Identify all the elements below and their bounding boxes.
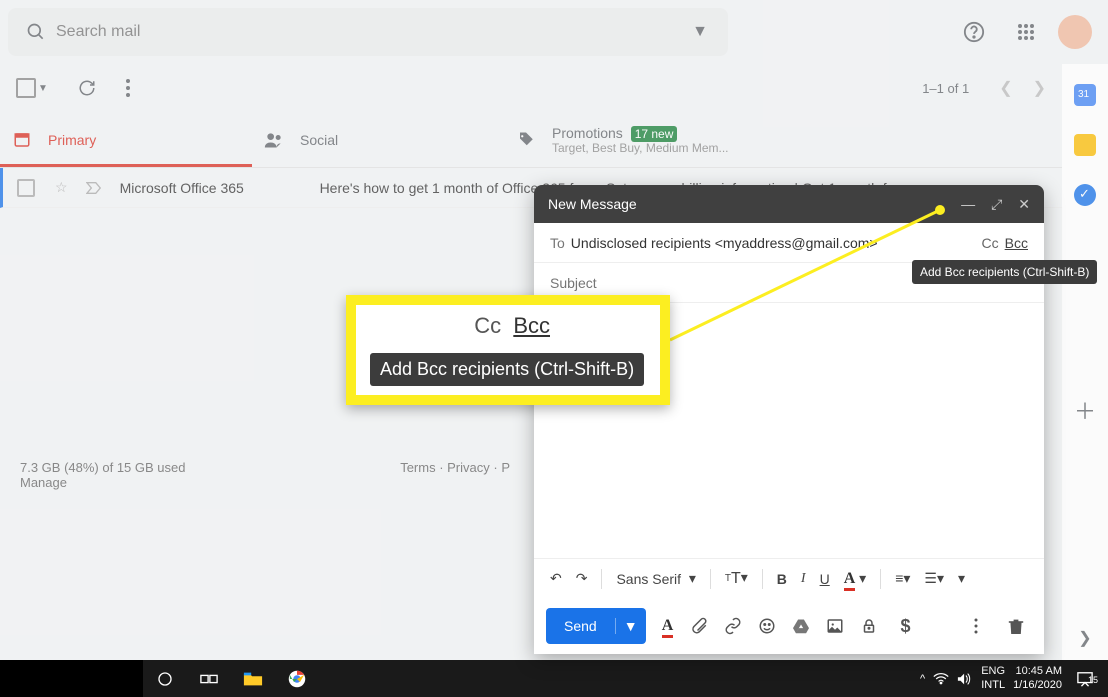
confidential-icon[interactable] [860, 617, 884, 635]
volume-icon[interactable] [957, 672, 973, 686]
font-select[interactable]: Sans Serif ▾ [612, 566, 699, 591]
prev-page-button[interactable]: ❮ [999, 78, 1012, 98]
undo-button[interactable]: ↶ [546, 566, 566, 591]
tab-promotions[interactable]: Promotions 17 new Target, Best Buy, Medi… [504, 112, 756, 167]
text-color-button[interactable]: A ▾ [840, 566, 870, 592]
keep-icon[interactable] [1074, 134, 1096, 156]
select-all-checkbox[interactable] [16, 78, 36, 98]
callout-bcc: Bcc [513, 313, 550, 338]
start-button[interactable] [143, 660, 187, 697]
header: ▼ [0, 0, 1108, 64]
send-button[interactable]: Send ▼ [546, 608, 646, 644]
add-addon-button[interactable]: ＋ [1074, 394, 1096, 426]
more-button[interactable] [126, 79, 130, 97]
account-avatar[interactable] [1058, 15, 1092, 49]
to-value[interactable]: Undisclosed recipients <myaddress@gmail.… [571, 235, 974, 251]
calendar-icon[interactable] [1074, 84, 1096, 106]
search-box[interactable]: ▼ [8, 8, 728, 56]
link-icon[interactable] [724, 617, 748, 635]
people-icon [264, 131, 284, 149]
tab-promotions-label: Promotions [552, 125, 623, 141]
compose-to-row[interactable]: To Undisclosed recipients <myaddress@gma… [534, 223, 1044, 263]
inbox-icon [12, 131, 32, 149]
footer: 7.3 GB (48%) of 15 GB used Manage Terms … [0, 440, 530, 510]
tag-icon [516, 131, 536, 149]
bold-button[interactable]: B [773, 567, 791, 591]
fullscreen-icon[interactable]: ⤢ [991, 196, 1002, 213]
italic-button[interactable]: I [797, 567, 810, 591]
privacy-link[interactable]: Privacy [447, 460, 490, 475]
drive-icon[interactable] [792, 618, 816, 634]
search-icon[interactable] [16, 22, 56, 42]
minimize-icon[interactable]: — [961, 196, 975, 212]
file-explorer-button[interactable] [231, 660, 275, 697]
compose-window: New Message — ⤢ ✕ To Undisclosed recipie… [534, 185, 1044, 654]
tab-social[interactable]: Social [252, 112, 504, 167]
send-bar: Send ▼ A $ [534, 598, 1044, 654]
compose-title: New Message [548, 196, 945, 212]
tasks-icon[interactable] [1074, 184, 1096, 206]
language-indicator[interactable]: ENG INTL [981, 665, 1005, 691]
image-icon[interactable] [826, 617, 850, 635]
close-icon[interactable]: ✕ [1018, 196, 1030, 213]
more-format-button[interactable]: ▾ [954, 566, 969, 591]
callout-tooltip: Add Bcc recipients (Ctrl-Shift-B) [370, 353, 644, 386]
terms-link[interactable]: Terms [400, 460, 435, 475]
refresh-button[interactable] [78, 79, 96, 97]
apps-grid-icon[interactable] [1006, 12, 1046, 52]
select-dropdown-icon[interactable]: ▼ [38, 83, 48, 94]
promotions-preview: Target, Best Buy, Medium Mem... [552, 141, 729, 155]
mail-toolbar: ▼ 1–1 of 1 ❮ ❯ [0, 64, 1108, 112]
wifi-icon[interactable] [933, 673, 949, 685]
tab-social-label: Social [300, 132, 338, 148]
text-format-toggle[interactable]: A [656, 617, 680, 635]
collapse-panel-button[interactable]: ❯ [1078, 628, 1091, 648]
category-tabs: Primary Social Promotions 17 new Target,… [0, 112, 1108, 168]
to-label: To [550, 235, 565, 251]
next-page-button[interactable]: ❯ [1033, 78, 1046, 98]
email-sender: Microsoft Office 365 [120, 180, 320, 196]
bcc-link[interactable]: Bcc [1005, 235, 1028, 251]
tab-primary[interactable]: Primary [0, 112, 252, 167]
list-button[interactable]: ☰▾ [920, 566, 948, 591]
manage-storage-link[interactable]: Manage [20, 475, 67, 490]
email-checkbox[interactable] [17, 179, 35, 197]
callout-cc: Cc [474, 313, 501, 338]
discard-icon[interactable] [1008, 617, 1032, 635]
storage-info: 7.3 GB (48%) of 15 GB used [20, 460, 400, 475]
windows-taskbar: ^ ENG INTL 10:45 AM 1/16/2020 15 [0, 660, 1108, 697]
program-policies-link[interactable]: P [501, 460, 510, 475]
side-panel: ＋ ❯ [1062, 64, 1108, 660]
emoji-icon[interactable] [758, 617, 782, 635]
compose-header[interactable]: New Message — ⤢ ✕ [534, 185, 1044, 223]
search-options-dropdown[interactable]: ▼ [680, 23, 720, 41]
redo-button[interactable]: ↷ [572, 566, 592, 591]
star-icon[interactable]: ☆ [55, 179, 68, 196]
font-size-button[interactable]: TT▾ [721, 566, 752, 592]
more-options-icon[interactable] [974, 618, 998, 634]
task-view-button[interactable] [187, 660, 231, 697]
tab-primary-label: Primary [48, 132, 96, 148]
notification-center[interactable]: 15 [1070, 671, 1100, 687]
money-icon[interactable]: $ [894, 616, 918, 637]
attach-icon[interactable] [690, 617, 714, 635]
important-icon[interactable] [86, 181, 102, 195]
underline-button[interactable]: U [816, 567, 834, 591]
clock[interactable]: 10:45 AM 1/16/2020 [1013, 665, 1062, 691]
promotions-badge: 17 new [631, 126, 678, 142]
search-input[interactable] [56, 23, 680, 41]
tray-up-icon[interactable]: ^ [920, 673, 925, 685]
support-icon[interactable] [954, 12, 994, 52]
send-options-dropdown[interactable]: ▼ [615, 618, 646, 634]
page-info: 1–1 of 1 [922, 81, 969, 96]
annotation-callout: Cc Bcc Add Bcc recipients (Ctrl-Shift-B) [346, 295, 670, 405]
bcc-tooltip: Add Bcc recipients (Ctrl-Shift-B) [912, 260, 1097, 284]
cc-link[interactable]: Cc [982, 235, 999, 251]
format-toolbar: ↶ ↷ Sans Serif ▾ TT▾ B I U A ▾ ≡▾ ☰▾ ▾ [534, 558, 1044, 598]
align-button[interactable]: ≡▾ [891, 566, 914, 591]
chrome-button[interactable] [275, 660, 319, 697]
